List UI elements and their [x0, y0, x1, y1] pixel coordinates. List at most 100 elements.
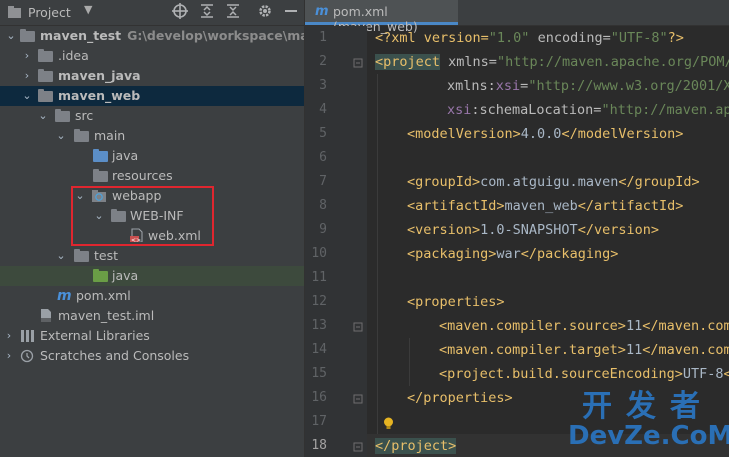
module-folder-icon — [20, 29, 35, 42]
module-folder-icon — [38, 69, 53, 82]
code-line-15: <project.build.sourceEncoding>UTF-8</ — [439, 366, 729, 382]
library-icon — [21, 330, 34, 342]
tree-item-label: src — [75, 108, 94, 123]
scratches-icon — [20, 349, 34, 363]
module-folder-icon — [38, 89, 53, 102]
token: "http://www.w3.org/2001/XM — [528, 78, 729, 94]
code-line-5: <modelVersion>4.0.0</modelVersion> — [407, 126, 683, 142]
triangle-down-icon[interactable]: ▼ — [84, 3, 92, 16]
token: <project.build.sourceEncoding> — [439, 366, 683, 382]
code-line-2: <project xmlns="http://maven.apache.org/… — [375, 54, 729, 70]
project-folder-icon — [8, 6, 21, 18]
tree-item-idea[interactable]: › .idea — [0, 46, 304, 66]
tree-item-label: test — [94, 248, 119, 263]
expand-all-icon[interactable] — [198, 3, 216, 21]
token: <version> — [407, 222, 481, 238]
line-number: 10 — [311, 246, 327, 261]
chevron-down-icon[interactable]: ⌄ — [22, 86, 32, 106]
line-number: 13 — [311, 318, 327, 333]
fold-icon[interactable] — [353, 442, 363, 452]
tree-item-iml[interactable]: maven_test.iml — [0, 306, 304, 326]
tree-item-label: maven_test.iml — [58, 308, 155, 323]
indent-guide — [409, 338, 410, 386]
tree-item-label: java — [112, 148, 139, 163]
tree-item-label: java — [112, 268, 139, 283]
token: "1.0" — [488, 30, 530, 46]
token: </ — [723, 366, 729, 382]
chevron-down-icon[interactable]: ⌄ — [38, 106, 48, 126]
watermark-line-2: DevZe.CoM — [568, 421, 729, 451]
line-number: 7 — [319, 174, 327, 189]
tree-item-src[interactable]: ⌄ src — [0, 106, 304, 126]
fold-icon[interactable] — [353, 58, 363, 68]
tree-item-test-java[interactable]: java — [0, 266, 304, 286]
code-line-3: xmlns:xsi="http://www.w3.org/2001/XM — [447, 78, 729, 94]
folder-icon — [74, 129, 89, 142]
token: <properties> — [407, 294, 505, 310]
token: </maven.comp — [642, 318, 729, 334]
token: "http://maven.apa — [601, 102, 729, 118]
token: <artifactId> — [407, 198, 505, 214]
fold-icon[interactable] — [353, 394, 363, 404]
token: 11 — [625, 342, 643, 358]
iml-file-icon — [41, 309, 51, 322]
token: war — [496, 246, 521, 262]
token: </artifactId> — [577, 198, 684, 214]
line-number: 4 — [319, 102, 327, 117]
tree-item-test[interactable]: ⌄ test — [0, 246, 304, 266]
tree-item-label: External Libraries — [40, 328, 150, 343]
tree-item-main[interactable]: ⌄ main — [0, 126, 304, 146]
token: 4.0.0 — [520, 126, 562, 142]
token: 11 — [625, 318, 643, 334]
chevron-right-icon[interactable]: › — [4, 346, 14, 366]
token: 1.0-SNAPSHOT — [480, 222, 578, 238]
folder-icon — [38, 49, 53, 62]
chevron-down-icon[interactable]: ⌄ — [6, 26, 16, 46]
line-number: 11 — [311, 270, 327, 285]
highlight-box — [71, 186, 214, 246]
tree-item-maven-test[interactable]: ⌄ maven_test G:\develop\workspace\maven_t… — [0, 26, 355, 46]
token: "http://maven.apache.org/POM/4 — [496, 54, 729, 70]
chevron-right-icon[interactable]: › — [22, 66, 32, 86]
token: <maven.compiler.target> — [439, 342, 626, 358]
fold-icon[interactable] — [353, 322, 363, 332]
chevron-down-icon[interactable]: ⌄ — [56, 126, 66, 146]
chevron-right-icon[interactable]: › — [4, 326, 14, 346]
collapse-all-icon[interactable] — [224, 3, 242, 21]
code-line-8: <artifactId>maven_web</artifactId> — [407, 198, 683, 214]
crosshair-icon[interactable] — [171, 3, 189, 21]
tree-item-pom-xml[interactable]: m pom.xml — [0, 286, 304, 306]
tree-item-resources[interactable]: resources — [0, 166, 304, 186]
line-number: 18 — [311, 438, 327, 453]
tree-item-label: maven_web — [58, 88, 141, 103]
token: </groupId> — [618, 174, 700, 190]
indent-guide — [377, 74, 378, 434]
tree-item-maven-web[interactable]: ⌄ maven_web — [0, 86, 304, 106]
token: <modelVersion> — [407, 126, 521, 142]
tree-item-external-libraries[interactable]: › External Libraries — [0, 326, 304, 346]
maven-file-icon: m — [57, 288, 72, 304]
line-number: 3 — [319, 78, 327, 93]
tree-item-scratches[interactable]: › Scratches and Consoles — [0, 346, 304, 366]
token: </modelVersion> — [561, 126, 684, 142]
chevron-down-icon[interactable]: ⌄ — [56, 246, 66, 266]
tree-item-maven-java[interactable]: › maven_java — [0, 66, 304, 86]
gear-icon[interactable] — [256, 3, 274, 21]
code-line-10: <packaging>war</packaging> — [407, 246, 618, 262]
project-panel-title[interactable]: Project — [28, 5, 71, 20]
hide-icon[interactable] — [282, 3, 300, 21]
tree-item-label: maven_java — [58, 68, 141, 83]
token: <project — [375, 54, 441, 70]
tree-item-java[interactable]: java — [0, 146, 304, 166]
line-number: 6 — [319, 150, 327, 165]
code-line-4: xsi:schemaLocation="http://maven.apa — [447, 102, 729, 118]
token: com.atguigu.maven — [480, 174, 619, 190]
tree-item-label: pom.xml — [76, 288, 131, 303]
token: <groupId> — [407, 174, 481, 190]
line-number: 5 — [319, 126, 327, 141]
token: "UTF-8" — [610, 30, 668, 46]
tab-pom-xml[interactable]: m pom.xml (maven_web) — [305, 0, 458, 34]
chevron-right-icon[interactable]: › — [22, 46, 32, 66]
code-line-12: <properties> — [407, 294, 505, 310]
line-number: 9 — [319, 222, 327, 237]
